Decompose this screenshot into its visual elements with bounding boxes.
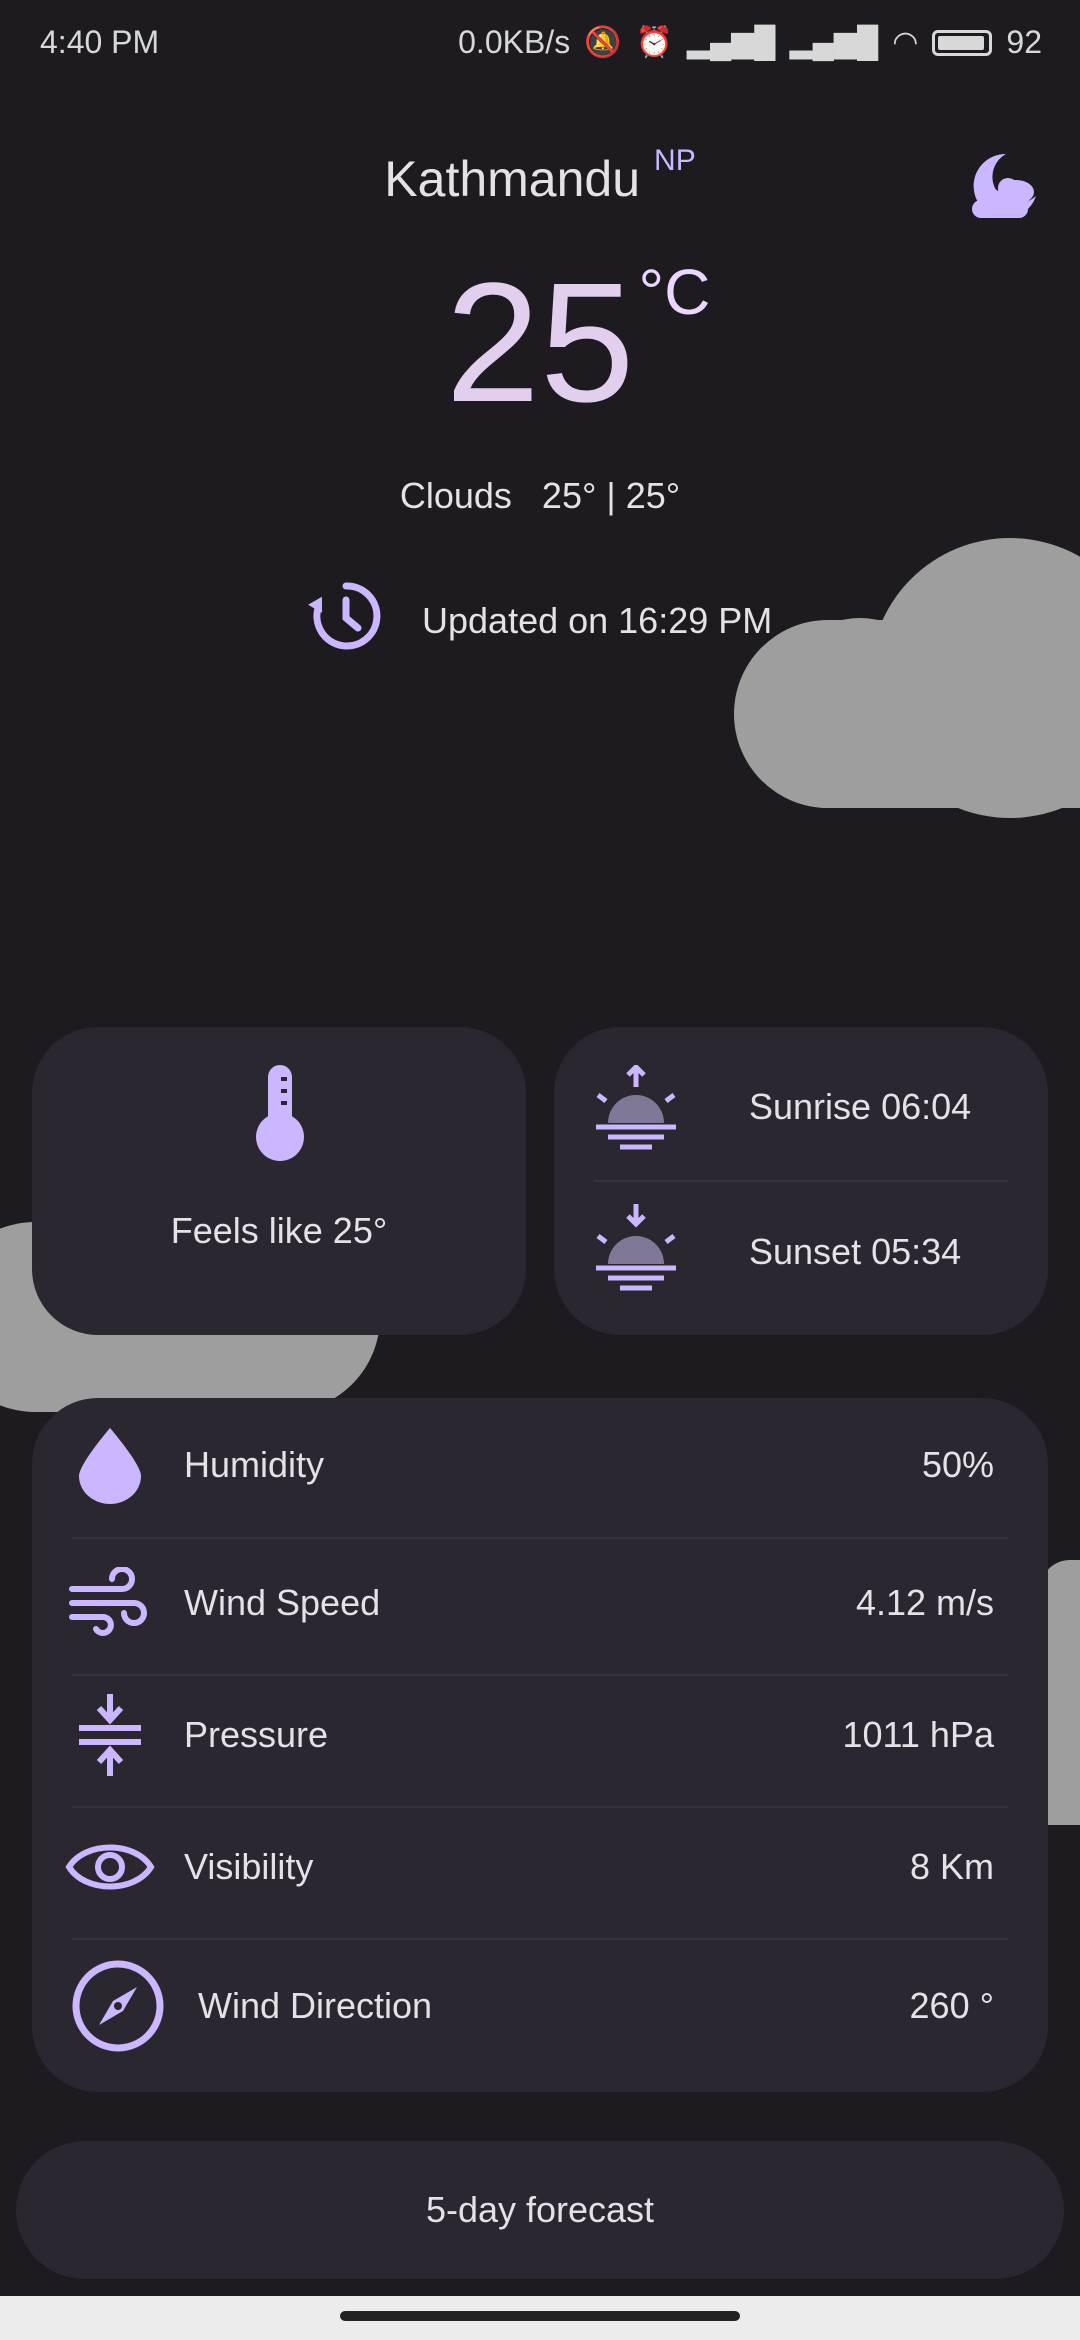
condition-text: Clouds bbox=[399, 475, 512, 516]
visibility-value: 8 Km bbox=[909, 1846, 994, 1887]
wind-speed-value: 4.12 m/s bbox=[855, 1582, 994, 1623]
five-day-forecast-button[interactable]: 5-day forecast bbox=[16, 2141, 1064, 2279]
temperature-unit: °C bbox=[638, 256, 711, 328]
sun-times-card: Sunrise 06:04 Sunset 05:34 bbox=[554, 1027, 1048, 1335]
status-bar: 4:40 PM 0.0KB/s 🔕 ⏰ ▂▄▆█ ▂▄▆█ ◠ 92 bbox=[0, 0, 1080, 90]
status-icons: 0.0KB/s 🔕 ⏰ ▂▄▆█ ▂▄▆█ ◠ 92 bbox=[458, 24, 1042, 61]
visibility-row: Visibility 8 Km bbox=[32, 1802, 1048, 1932]
updated-row: Updated on 16:29 PM bbox=[308, 578, 772, 663]
wind-direction-row: Wind Direction 260 ° bbox=[32, 1941, 1048, 2071]
humidity-label: Humidity bbox=[184, 1444, 325, 1485]
eye-icon bbox=[60, 1817, 160, 1917]
signal-2-icon: ▂▄▆█ bbox=[789, 26, 879, 59]
temp-range: 25° | 25° bbox=[541, 475, 681, 516]
battery-level: 92 bbox=[1006, 24, 1042, 60]
wifi-icon: ◠ bbox=[892, 26, 919, 59]
pressure-label: Pressure bbox=[184, 1714, 329, 1755]
compress-icon bbox=[60, 1685, 160, 1785]
feels-like-card: Feels like 25° bbox=[32, 1027, 526, 1335]
thermometer-icon bbox=[254, 1063, 306, 1168]
pressure-value: 1011 hPa bbox=[842, 1714, 994, 1755]
signal-icon: ▂▄▆█ bbox=[686, 26, 776, 59]
compass-icon bbox=[68, 1956, 168, 2056]
moon-cloud-icon[interactable] bbox=[966, 148, 1042, 224]
current-temperature: 25 °C bbox=[0, 245, 1080, 441]
sunset-row: Sunset 05:34 bbox=[554, 1182, 1048, 1322]
humidity-value: 50% bbox=[921, 1444, 994, 1485]
mute-icon: 🔕 bbox=[584, 26, 622, 59]
wind-speed-row: Wind Speed 4.12 m/s bbox=[32, 1538, 1048, 1668]
wind-icon bbox=[60, 1553, 160, 1653]
feels-like-text: Feels like 25° bbox=[170, 1210, 388, 1251]
country-code: NP bbox=[654, 144, 696, 177]
pressure-row: Pressure 1011 hPa bbox=[32, 1670, 1048, 1800]
refresh-history-icon[interactable] bbox=[308, 578, 384, 663]
updated-text: Updated on 16:29 PM bbox=[422, 599, 773, 641]
net-speed: 0.0KB/s bbox=[458, 24, 571, 60]
weather-details-card: Humidity 50% Wind Speed 4.12 m/s Pressur… bbox=[32, 1398, 1048, 2092]
sunrise-icon bbox=[594, 1063, 678, 1160]
city-title: Kathmandu NP bbox=[0, 144, 1080, 208]
home-indicator[interactable] bbox=[340, 2311, 740, 2321]
details-divider bbox=[72, 1938, 1008, 1940]
sunrise-text: Sunrise 06:04 bbox=[749, 1086, 972, 1127]
wind-direction-label: Wind Direction bbox=[198, 1985, 433, 2026]
water-drop-icon bbox=[60, 1415, 160, 1515]
humidity-row: Humidity 50% bbox=[32, 1400, 1048, 1530]
wind-direction-value: 260 ° bbox=[909, 1985, 994, 2026]
battery-icon bbox=[932, 29, 993, 56]
sunset-icon bbox=[594, 1202, 678, 1307]
alarm-icon: ⏰ bbox=[635, 26, 673, 59]
status-time: 4:40 PM bbox=[40, 24, 160, 60]
temperature-value: 25 bbox=[445, 248, 635, 438]
sunrise-row: Sunrise 06:04 bbox=[554, 1037, 1048, 1177]
wind-speed-label: Wind Speed bbox=[184, 1582, 381, 1623]
city-name: Kathmandu bbox=[384, 151, 641, 207]
gesture-nav-bar bbox=[0, 2296, 1080, 2340]
visibility-label: Visibility bbox=[184, 1846, 314, 1887]
condition-line: Clouds 25° | 25° bbox=[0, 475, 1080, 517]
sunset-text: Sunset 05:34 bbox=[749, 1231, 962, 1272]
